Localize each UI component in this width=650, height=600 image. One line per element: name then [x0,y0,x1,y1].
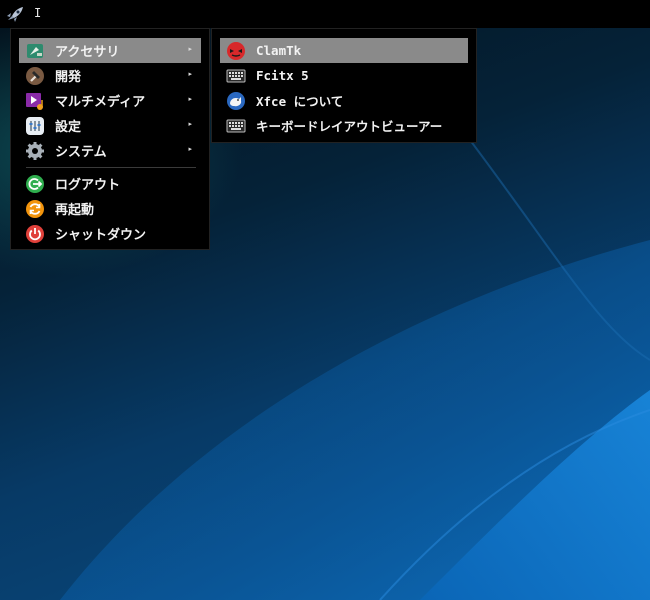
submenu-item-label: キーボードレイアウトビューアー [256,119,443,134]
menu-item-label: マルチメディア [55,95,146,110]
menu-item-settings[interactable]: 設定 ▸ [19,113,201,138]
submenu-item-clamtk[interactable]: ClamTk [220,38,468,63]
menu-item-label: アクセサリ [55,45,120,60]
submenu-item-label: Xfce について [256,94,344,109]
menu-item-label: システム [55,145,107,160]
menu-item-shutdown[interactable]: シャットダウン [19,221,201,246]
power-icon [25,224,45,244]
keyboard-icon [226,116,246,136]
menu-item-logout[interactable]: ログアウト [19,171,201,196]
applications-menu: アクセサリ ▸ 開発 ▸ マルチメディア ▸ 設定 ▸ システム ▸ ログアウト… [10,28,210,250]
menu-item-development[interactable]: 開発 ▸ [19,63,201,88]
panel-cursor: I [34,6,42,20]
accessories-submenu: ClamTk Fcitx 5 Xfce について キーボードレイアウトビューアー [211,28,477,143]
submenu-item-about-xfce[interactable]: Xfce について [220,88,468,113]
submenu-item-label: Fcitx 5 [256,68,309,83]
submenu-item-label: ClamTk [256,43,302,58]
desktop: I アクセサリ ▸ 開発 ▸ マルチメディア ▸ 設定 ▸ システム ▸ ログア… [0,0,650,600]
submenu-arrow-icon: ▸ [188,70,192,78]
submenu-item-fcitx5[interactable]: Fcitx 5 [220,63,468,88]
menu-item-label: 設定 [55,120,82,135]
menu-item-label: 開発 [55,70,82,85]
clamtk-icon [226,41,246,61]
menu-item-multimedia[interactable]: マルチメディア ▸ [19,88,201,113]
xfce-icon [226,91,246,111]
settings-icon [25,116,45,136]
menu-item-restart[interactable]: 再起動 [19,196,201,221]
rocket-icon[interactable] [5,5,25,23]
menu-item-accessories[interactable]: アクセサリ ▸ [19,38,201,63]
submenu-item-keyboard-layout-viewer[interactable]: キーボードレイアウトビューアー [220,113,468,138]
submenu-arrow-icon: ▸ [188,120,192,128]
accessories-icon [25,41,45,61]
submenu-arrow-icon: ▸ [188,45,192,53]
top-panel: I [0,0,650,28]
menu-item-label: ログアウト [55,178,121,193]
logout-icon [25,174,45,194]
keyboard-icon [226,66,246,86]
submenu-arrow-icon: ▸ [188,145,192,153]
menu-item-label: シャットダウン [55,228,147,243]
gear-icon [25,141,45,161]
hammer-icon [25,66,45,86]
menu-separator [26,167,196,168]
menu-item-system[interactable]: システム ▸ [19,138,201,163]
multimedia-icon [25,91,45,111]
restart-icon [25,199,45,219]
menu-item-label: 再起動 [55,203,95,218]
submenu-arrow-icon: ▸ [188,95,192,103]
